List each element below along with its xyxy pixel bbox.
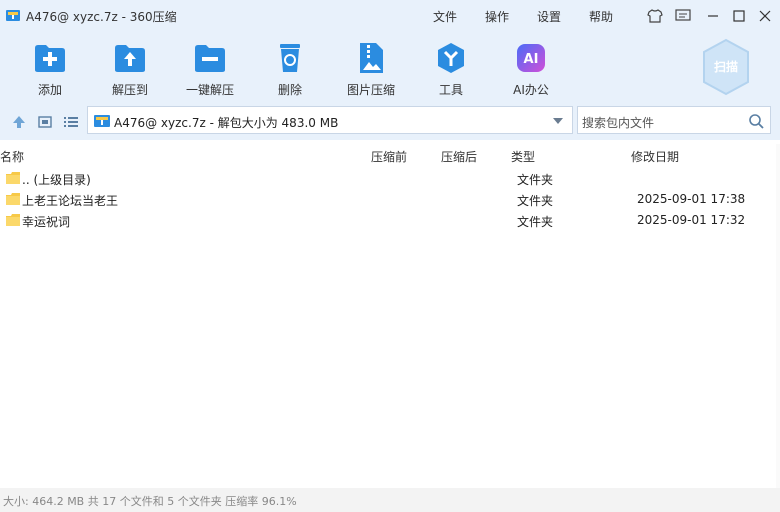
one-click-extract-icon: [195, 45, 225, 72]
file-type: 文件夹: [517, 215, 554, 229]
tools-hexagon-icon: [438, 43, 464, 73]
window-title: A476@ xyzc.7z - 360压缩: [26, 10, 177, 24]
folder-icon: [6, 214, 20, 226]
file-type: 文件夹: [517, 173, 554, 187]
folder-icon: [6, 193, 20, 205]
column-compressed-after[interactable]: 压缩后: [441, 148, 477, 165]
search-placeholder: 搜索包内文件: [582, 116, 655, 130]
feedback-message-icon[interactable]: [673, 6, 693, 26]
menu-operate[interactable]: 操作: [485, 8, 509, 25]
folder-icon: [6, 172, 20, 184]
file-modified: 2025-09-01 17:38: [637, 192, 746, 206]
column-type[interactable]: 类型: [511, 148, 535, 165]
up-arrow-icon[interactable]: [11, 114, 27, 130]
svg-text:AI: AI: [524, 52, 539, 67]
one-click-extract-button[interactable]: 一键解压: [178, 38, 242, 98]
maximize-button[interactable]: [729, 6, 749, 26]
status-text: 大小: 464.2 MB 共 17 个文件和 5 个文件夹 压缩率 96.1%: [3, 495, 297, 508]
file-modified: 2025-09-01 17:32: [637, 213, 746, 227]
image-zip-icon: [360, 43, 383, 73]
list-view-icon[interactable]: [63, 114, 79, 130]
scan-button[interactable]: 扫描: [700, 38, 752, 96]
delete-button[interactable]: 删除: [258, 38, 322, 98]
image-compress-button[interactable]: 图片压缩: [339, 38, 403, 98]
ai-office-button[interactable]: AI AI办公: [499, 38, 563, 98]
file-name: 幸运祝词: [22, 215, 71, 229]
tools-button[interactable]: 工具: [419, 38, 483, 98]
file-row[interactable]: 上老王论坛当老王 文件夹 2025-09-01 17:38: [0, 189, 780, 210]
thumbnail-view-icon[interactable]: [37, 114, 53, 130]
extract-to-button[interactable]: 解压到: [98, 38, 162, 98]
svg-text:扫描: 扫描: [714, 59, 738, 74]
skin-shirt-icon[interactable]: [645, 6, 665, 26]
menu-settings[interactable]: 设置: [537, 8, 561, 25]
title-bar: A476@ xyzc.7z - 360压缩 文件 操作 设置 帮助: [0, 0, 780, 32]
file-row[interactable]: .. (上级目录) 文件夹: [0, 168, 780, 189]
scan-shield-icon: 扫描: [703, 38, 749, 96]
file-row[interactable]: 幸运祝词 文件夹 2025-09-01 17:32: [0, 210, 780, 231]
status-bar: 大小: 464.2 MB 共 17 个文件和 5 个文件夹 压缩率 96.1%: [0, 488, 780, 512]
search-icon[interactable]: [748, 113, 764, 129]
menu-file[interactable]: 文件: [433, 8, 457, 25]
file-name: 上老王论坛当老王: [22, 194, 119, 208]
add-folder-icon: [35, 45, 65, 72]
archive-file-icon: [94, 115, 110, 127]
path-text: A476@ xyzc.7z - 解包大小为 483.0 MB: [114, 116, 339, 130]
minimize-button[interactable]: [703, 6, 723, 26]
extract-folder-icon: [115, 45, 145, 72]
archive-app-icon: [6, 10, 20, 21]
add-button[interactable]: 添加: [18, 38, 82, 98]
column-compressed-before[interactable]: 压缩前: [371, 148, 407, 165]
search-input[interactable]: 搜索包内文件: [577, 106, 771, 134]
close-button[interactable]: [755, 6, 775, 26]
file-name: .. (上级目录): [22, 173, 91, 187]
column-modified-date[interactable]: 修改日期: [631, 148, 679, 165]
recycle-bin-icon: [280, 44, 300, 72]
chevron-down-icon[interactable]: [552, 117, 564, 125]
file-list-header: 名称 压缩前 压缩后 类型 修改日期: [0, 144, 780, 166]
path-combobox[interactable]: A476@ xyzc.7z - 解包大小为 483.0 MB: [87, 106, 573, 134]
column-name[interactable]: 名称: [0, 148, 24, 165]
main-toolbar: 添加 解压到 一键解压 删除 图片压缩 工具 AI AI办公: [0, 32, 780, 102]
menu-help[interactable]: 帮助: [589, 8, 613, 25]
vertical-scrollbar[interactable]: [776, 144, 780, 488]
file-type: 文件夹: [517, 194, 554, 208]
ai-office-icon: AI: [517, 44, 545, 72]
